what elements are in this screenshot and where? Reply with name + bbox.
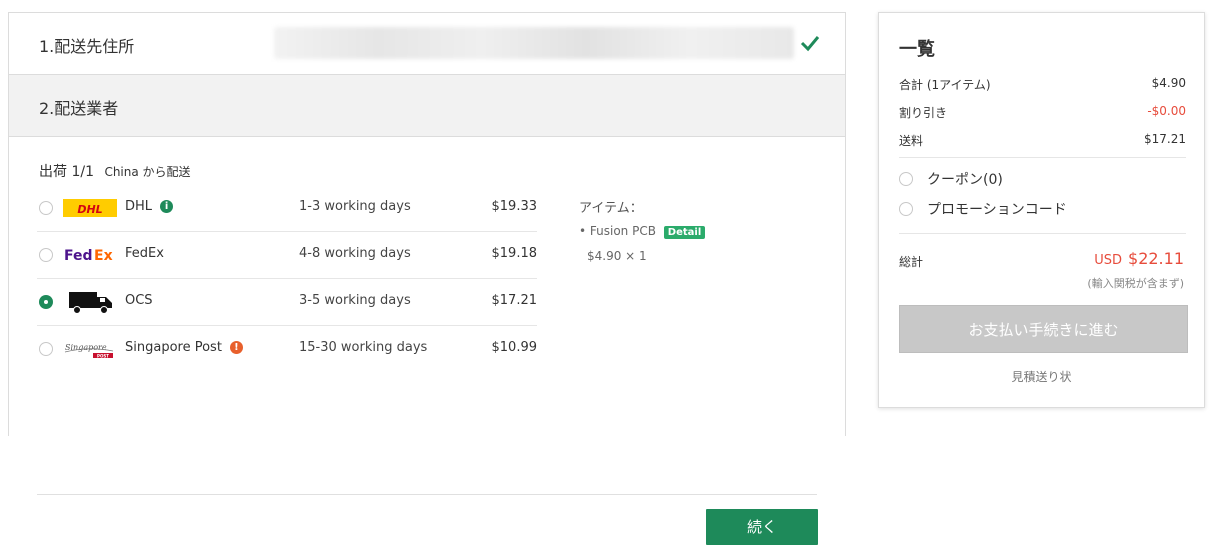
carrier-days: 4-8 working days — [299, 246, 411, 261]
info-icon[interactable]: i — [160, 200, 174, 213]
divider — [899, 233, 1186, 234]
checkout-steps-panel: 1.配送先住所 2.配送業者 出荷 1/1 China から配送 DHL DHL… — [8, 12, 846, 545]
items-title: アイテム： — [579, 201, 643, 216]
discount-value: -$0.00 — [1147, 104, 1186, 118]
shipment-count: 出荷 1/1 — [39, 164, 94, 180]
continue-button[interactable]: 続く — [706, 509, 818, 545]
dhl-logo-icon: DHL — [63, 199, 117, 217]
step-shipping-address[interactable]: 1.配送先住所 — [9, 13, 845, 75]
divider — [899, 157, 1186, 158]
carrier-list: DHL DHL i 1-3 working days $19.33 Fed Ex … — [37, 185, 537, 372]
discount-row: 割り引き -$0.00 — [899, 104, 1186, 121]
carrier-price: $19.18 — [491, 246, 538, 261]
carrier-row-ocs[interactable]: OCS 3-5 working days $17.21 — [37, 279, 537, 326]
svg-text:DHL: DHL — [77, 203, 102, 216]
divider — [37, 494, 817, 495]
carrier-radio[interactable] — [39, 342, 53, 356]
step-title: 1.配送先住所 — [39, 37, 135, 56]
items-summary: アイテム： • Fusion PCB Detail $4.90 × 1 — [579, 197, 706, 263]
summary-title: 一覧 — [899, 39, 935, 60]
total-currency: USD — [1094, 253, 1123, 268]
subtotal-value: $4.90 — [1151, 76, 1186, 90]
check-icon — [800, 36, 820, 52]
carrier-price: $17.21 — [491, 293, 538, 308]
step-title: 2.配送業者 — [39, 99, 119, 118]
address-preview — [274, 27, 794, 59]
fedex-logo-icon: Fed Ex — [64, 248, 113, 264]
shipping-value: $17.21 — [1144, 132, 1186, 146]
subtotal-row: 合計 (1アイテム) $4.90 — [899, 76, 1186, 93]
carrier-radio[interactable] — [39, 248, 53, 262]
carrier-row-dhl[interactable]: DHL DHL i 1-3 working days $19.33 — [37, 185, 537, 232]
total-amount: $22.11 — [1128, 249, 1184, 268]
item-line: • Fusion PCB Detail — [579, 224, 706, 239]
carrier-price: $19.33 — [491, 199, 538, 214]
shipping-row: 送料 $17.21 — [899, 132, 1186, 149]
singapore-post-logo-icon: Singapore POST — [64, 343, 114, 359]
promo-code-option[interactable]: プロモーションコード — [899, 199, 1067, 219]
coupon-option[interactable]: クーポン(0) — [899, 169, 1003, 189]
shipping-label: 送料 — [899, 134, 924, 148]
carrier-name: FedEx — [125, 246, 164, 261]
quote-link[interactable]: 見積送り状 — [879, 368, 1204, 385]
item-quantity: $4.90 × 1 — [587, 249, 647, 263]
carrier-days: 1-3 working days — [299, 199, 411, 214]
promo-code-label: プロモーションコード — [927, 202, 1067, 218]
warning-icon[interactable]: ! — [229, 341, 243, 354]
order-summary-panel: 一覧 合計 (1アイテム) $4.90 割り引き -$0.00 送料 $17.2… — [878, 12, 1205, 408]
detail-button[interactable]: Detail — [663, 226, 706, 239]
carrier-days: 15-30 working days — [299, 340, 428, 355]
discount-label: 割り引き — [899, 106, 948, 120]
carrier-radio-selected[interactable] — [39, 295, 53, 309]
promo-code-radio[interactable] — [899, 202, 913, 216]
svg-text:POST: POST — [97, 354, 109, 359]
coupon-radio[interactable] — [899, 172, 913, 186]
item-name: Fusion PCB — [589, 224, 656, 238]
proceed-to-payment-button[interactable]: お支払い手続きに進む — [899, 305, 1188, 353]
carrier-name: DHL i — [125, 199, 174, 214]
step-shipping-carrier: 2.配送業者 — [9, 75, 845, 137]
shipment-origin: China から配送 — [104, 165, 191, 179]
carrier-radio[interactable] — [39, 201, 53, 215]
shipment-heading: 出荷 1/1 China から配送 — [39, 161, 191, 181]
total-value: USD $22.11 — [1094, 249, 1184, 268]
truck-icon — [69, 292, 112, 314]
svg-text:Ex: Ex — [94, 248, 113, 264]
total-label: 総計 — [899, 255, 924, 269]
carrier-price: $10.99 — [491, 340, 538, 355]
subtotal-label: 合計 (1アイテム) — [899, 78, 991, 92]
svg-text:Fed: Fed — [64, 248, 93, 264]
carrier-days: 3-5 working days — [299, 293, 411, 308]
coupon-label: クーポン(0) — [927, 172, 1003, 188]
tax-note: (輸入関税が含まず) — [1087, 277, 1184, 290]
carrier-row-fedex[interactable]: Fed Ex FedEx 4-8 working days $19.18 — [37, 232, 537, 279]
carrier-name: OCS — [125, 293, 153, 308]
carrier-name: Singapore Post! — [125, 340, 243, 355]
carrier-row-singapore-post[interactable]: Singapore POST Singapore Post! 15-30 wor… — [37, 326, 537, 372]
